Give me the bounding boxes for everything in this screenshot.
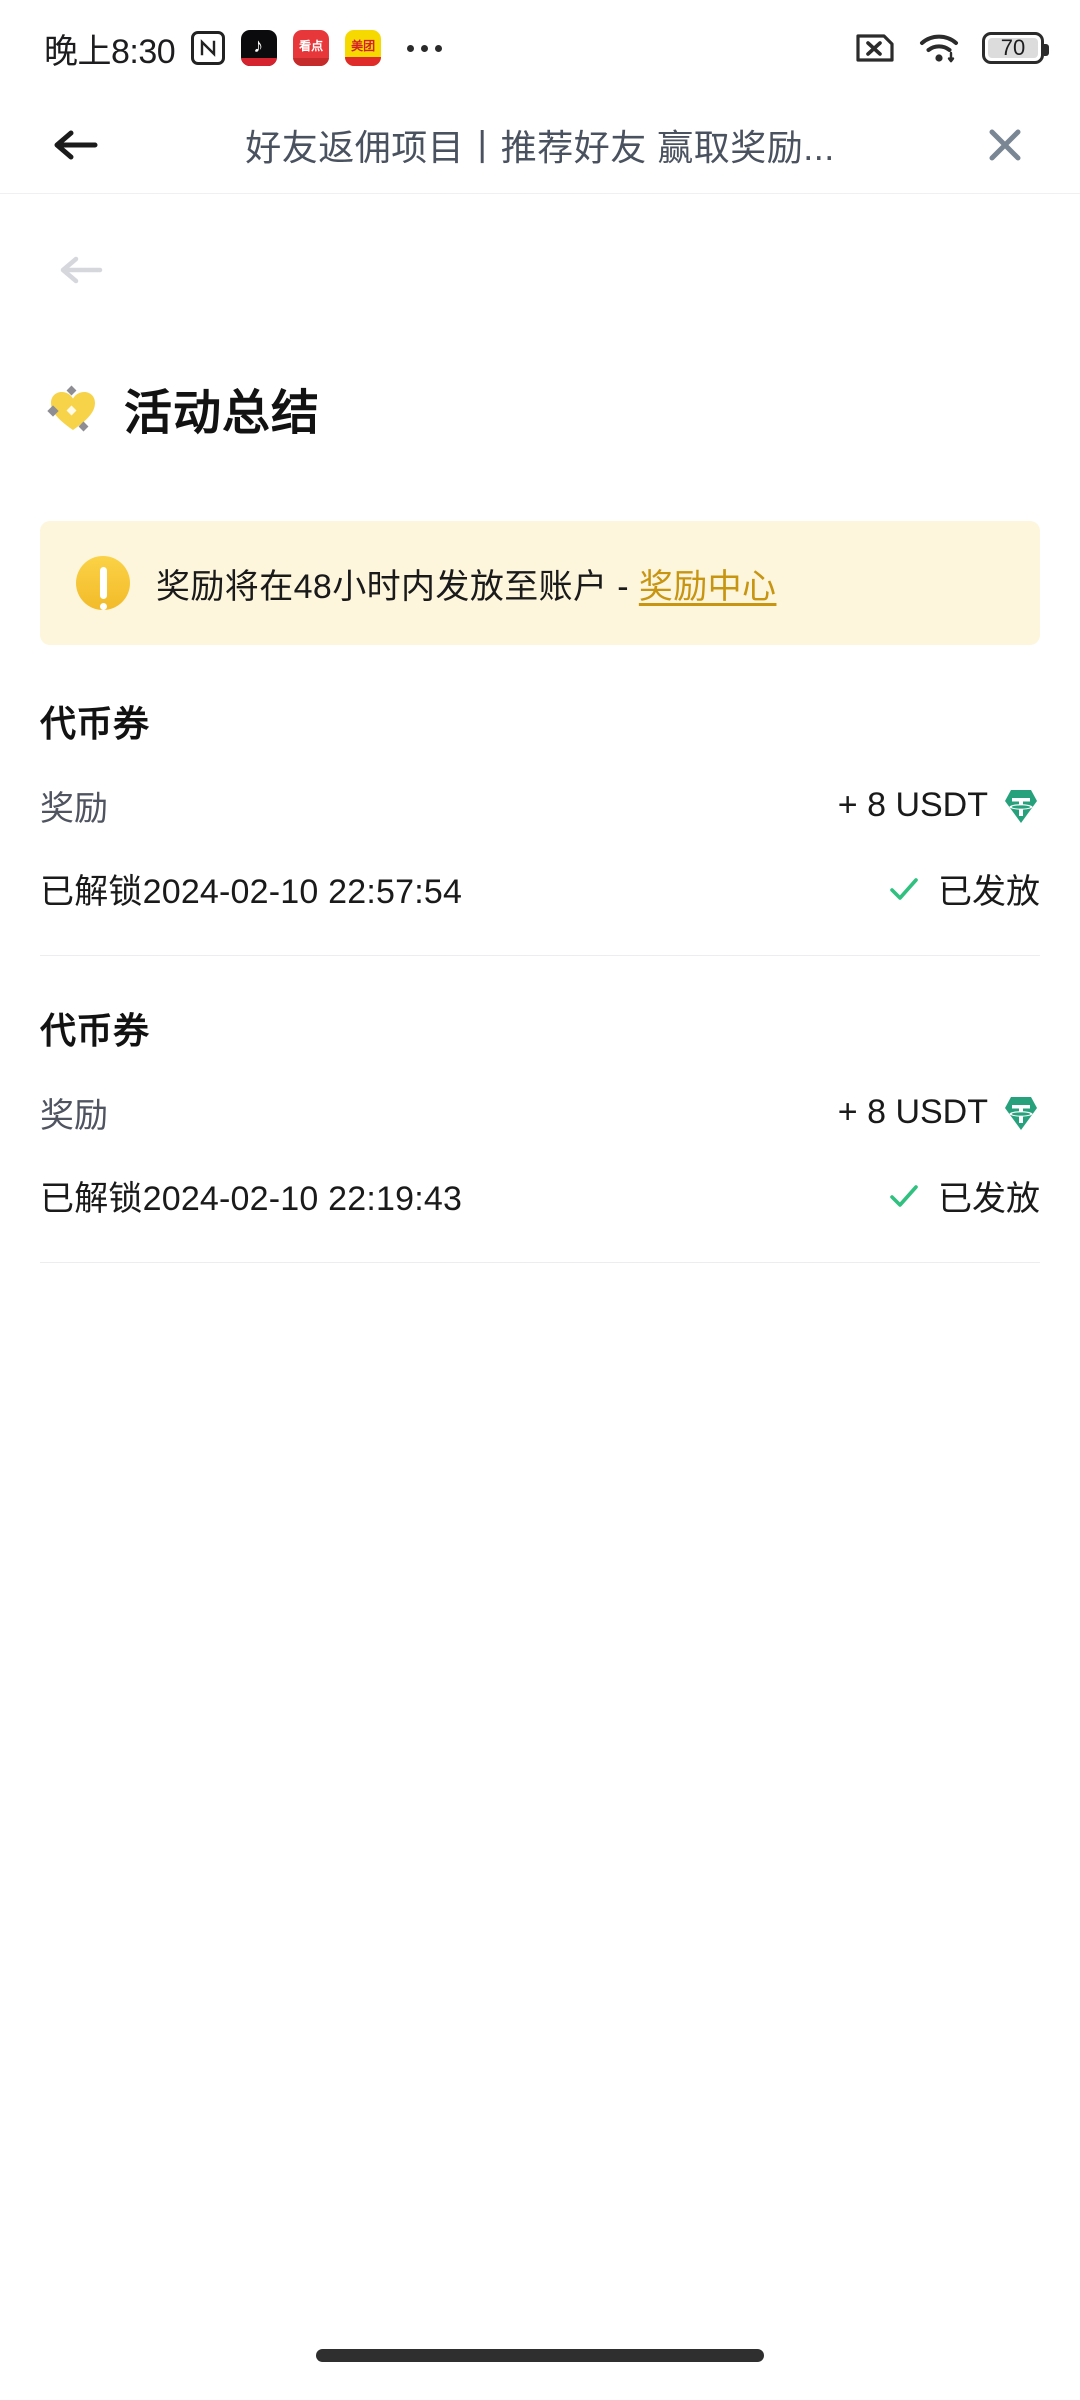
reward-date: 已解锁2024-02-10 22:57:54 — [40, 873, 463, 911]
app-badge-tiktok-strip — [241, 58, 278, 66]
battery-level: 70 — [1000, 35, 1026, 60]
nfc-icon — [191, 31, 226, 65]
nav-close-button[interactable] — [930, 122, 1080, 168]
reward-title: 代币券 — [40, 703, 150, 744]
reward-list: 代币券 奖励 + 8 USDT 已解锁2024-02-10 22:57:54 已… — [0, 645, 1080, 1263]
home-indicator[interactable] — [316, 2349, 764, 2362]
notice-text: 奖励将在48小时内发放至账户 - — [156, 567, 639, 606]
app-badge-meituan: 美团 — [345, 30, 382, 66]
page-back-button[interactable] — [0, 194, 1080, 295]
app-badge-meituan-strip — [345, 57, 382, 66]
notification-overflow-icon — [407, 44, 443, 52]
usdt-tether-icon — [1002, 787, 1040, 825]
app-badge-kandian: 看点 — [293, 30, 330, 66]
section-title-text: 活动总结 — [124, 387, 321, 440]
reward-amount: + 8 USDT — [837, 786, 988, 824]
notice-banner: 奖励将在48小时内发放至账户 - 奖励中心 — [40, 521, 1040, 645]
reward-date: 已解锁2024-02-10 22:19:43 — [40, 1180, 463, 1218]
reward-status-wrapper: 已发放 — [886, 1171, 1040, 1220]
check-mark-icon — [886, 871, 922, 907]
check-mark-icon — [886, 1178, 922, 1214]
nav-back-button[interactable] — [0, 125, 150, 165]
app-badge-tiktok-label: ♪ — [253, 35, 264, 57]
app-badge-meituan-label: 美团 — [351, 39, 376, 53]
reward-list-item[interactable]: 代币券 奖励 + 8 USDT 已解锁2024-02-10 — [40, 645, 1040, 956]
no-sim-icon — [854, 32, 896, 64]
reward-title: 代币券 — [40, 1010, 150, 1051]
arrow-left-icon — [54, 130, 98, 159]
reward-status-wrapper: 已发放 — [886, 864, 1040, 913]
reward-date-row: 已解锁2024-02-10 22:57:54 已发放 — [40, 864, 1040, 913]
reward-amount-row: 奖励 + 8 USDT — [40, 1088, 1040, 1137]
reward-label: 奖励 — [40, 790, 108, 828]
reward-date-row: 已解锁2024-02-10 22:19:43 已发放 — [40, 1171, 1040, 1220]
status-bar-left: 晚上8:30 ♪ 看点 美团 — [44, 24, 443, 73]
reward-list-item[interactable]: 代币券 奖励 + 8 USDT 已解锁2024-02-10 — [40, 956, 1040, 1263]
sparkling-heart-icon — [44, 379, 102, 437]
battery-icon: 70 — [982, 32, 1049, 64]
reward-status: 已发放 — [938, 1180, 1040, 1218]
status-bar-right: 70 — [854, 31, 1049, 65]
usdt-tether-icon — [1002, 1094, 1040, 1132]
app-badge-kandian-label: 看点 — [299, 39, 324, 53]
status-time: 晚上8:30 — [44, 32, 176, 71]
reward-amount-wrapper: + 8 USDT — [838, 1093, 1040, 1132]
wifi-icon — [918, 31, 960, 65]
app-badge-tiktok: ♪ — [241, 30, 278, 66]
section-header: 活动总结 — [0, 295, 1080, 443]
battery-fill: 70 — [988, 35, 1038, 60]
page-title: 好友返佣项目丨推荐好友 赢取奖励... — [245, 126, 835, 168]
nav-bar: 好友返佣项目丨推荐好友 赢取奖励... — [0, 96, 1080, 194]
reward-label: 奖励 — [40, 1097, 108, 1135]
reward-amount-wrapper: + 8 USDT — [838, 786, 1040, 825]
reward-status: 已发放 — [938, 873, 1040, 911]
reward-center-link[interactable]: 奖励中心 — [639, 568, 777, 606]
notice-text-wrapper: 奖励将在48小时内发放至账户 - 奖励中心 — [156, 559, 776, 608]
phone-screen: 晚上8:30 ♪ 看点 美团 70 好友返佣项目丨推荐好友 赢取奖励... 活动… — [0, 0, 1080, 2400]
reward-amount-row: 奖励 + 8 USDT — [40, 781, 1040, 830]
close-icon — [989, 129, 1021, 160]
warning-icon — [76, 556, 130, 610]
app-badge-kandian-strip — [293, 58, 330, 66]
page-content: 活动总结 奖励将在48小时内发放至账户 - 奖励中心 代币券 奖励 + 8 US… — [0, 194, 1080, 1263]
arrow-left-light-icon — [60, 256, 103, 284]
status-bar: 晚上8:30 ♪ 看点 美团 70 — [0, 0, 1080, 96]
reward-amount: + 8 USDT — [837, 1093, 988, 1131]
